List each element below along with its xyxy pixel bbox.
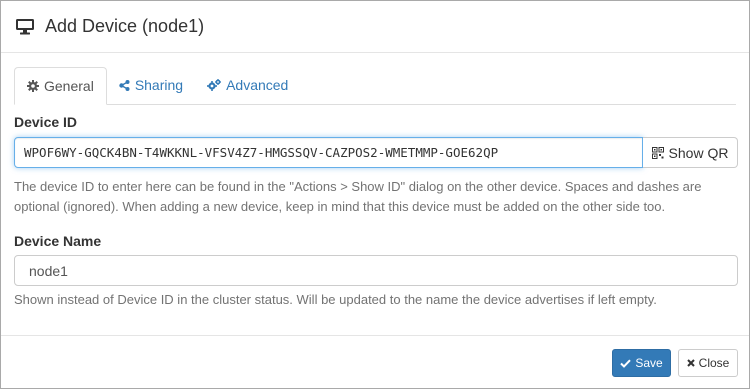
device-id-input[interactable]	[14, 137, 643, 168]
tab-sharing-label: Sharing	[134, 77, 184, 93]
add-device-dialog: Add Device (node1) General Sharing Advan…	[0, 0, 750, 389]
qrcode-icon	[651, 146, 664, 159]
gear-icon	[27, 80, 39, 92]
close-button[interactable]: Close	[678, 349, 738, 377]
show-qr-button[interactable]: Show QR	[643, 137, 738, 168]
device-name-input[interactable]	[14, 255, 738, 286]
save-label: Save	[635, 356, 663, 370]
save-button[interactable]: Save	[612, 349, 671, 377]
tab-general[interactable]: General	[14, 67, 107, 105]
tab-sharing[interactable]: Sharing	[107, 67, 195, 103]
device-name-help: Shown instead of Device ID in the cluste…	[14, 292, 657, 307]
close-label: Close	[698, 356, 730, 370]
device-id-label: Device ID	[14, 114, 78, 130]
dialog-title: Add Device (node1)	[45, 16, 205, 36]
show-qr-label: Show QR	[668, 144, 729, 161]
dialog-footer: Save Close	[1, 335, 749, 388]
device-id-help: The device ID to enter here can be found…	[14, 179, 702, 214]
tab-advanced[interactable]: Advanced	[195, 67, 300, 103]
close-icon	[686, 359, 695, 367]
share-icon	[119, 79, 130, 91]
tab-advanced-label: Advanced	[226, 77, 289, 93]
gears-icon	[207, 79, 222, 91]
desktop-icon	[15, 18, 35, 36]
device-name-label: Device Name	[14, 233, 102, 249]
tab-general-label: General	[44, 78, 94, 94]
tab-bar: General Sharing Advanced	[14, 67, 736, 105]
dialog-header: Add Device (node1)	[1, 1, 749, 53]
device-id-group: Show QR	[14, 137, 738, 168]
check-icon	[620, 359, 632, 368]
